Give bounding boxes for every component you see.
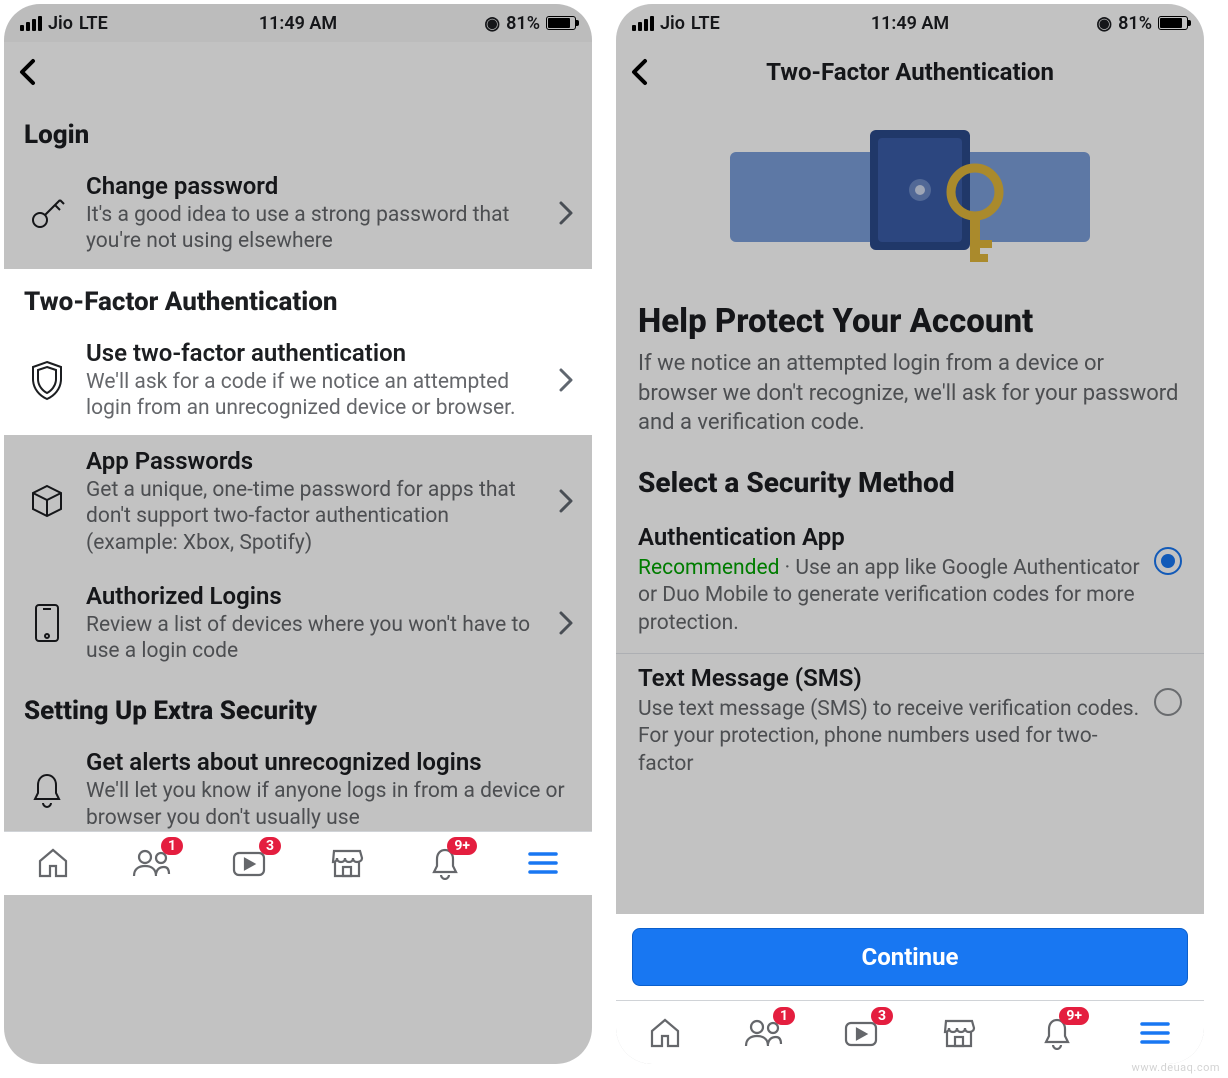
radio-unselected-icon[interactable] [1154,688,1182,716]
back-button[interactable] [630,58,650,86]
battery-icon [1158,16,1188,30]
tab-friends[interactable]: 1 [127,839,175,887]
row-authorized-logins[interactable]: Authorized Logins Review a list of devic… [4,570,592,679]
badge-watch: 3 [259,837,281,855]
key-icon [24,194,70,232]
section-header-tfa: Two-Factor Authentication [4,269,592,327]
radio-selected-icon[interactable] [1154,547,1182,575]
badge-watch: 3 [871,1007,893,1025]
status-time: 11:49 AM [616,13,1204,34]
badge-notifications: 9+ [1059,1007,1089,1025]
row-subtitle: Get a unique, one-time password for apps… [86,477,542,556]
tab-notifications[interactable]: 9+ [1033,1009,1081,1057]
tab-home[interactable] [29,839,77,887]
row-title: Use two-factor authentication [86,339,542,367]
tab-marketplace[interactable] [323,839,371,887]
page-title: Two-Factor Authentication [616,58,1204,86]
row-title: Authorized Logins [86,582,542,610]
status-bar: Jio LTE 11:49 AM ◉ 81% [616,4,1204,42]
tab-bar: 1 3 9+ [4,831,592,895]
row-title: App Passwords [86,447,542,475]
row-use-tfa[interactable]: Use two-factor authentication We'll ask … [4,327,592,436]
tab-marketplace[interactable] [935,1009,983,1057]
phone-icon [24,602,70,644]
highlighted-tfa-block: Two-Factor Authentication Use two-factor… [4,269,592,436]
section-header-login: Login [4,102,592,160]
method-title: Text Message (SMS) [638,664,1142,692]
badge-friends: 1 [161,837,183,855]
method-title: Authentication App [638,523,1142,551]
row-subtitle: We'll let you know if anyone logs in fro… [86,778,578,831]
row-alerts[interactable]: Get alerts about unrecognized logins We'… [4,736,592,831]
row-app-passwords[interactable]: App Passwords Get a unique, one-time pas… [4,435,592,570]
continue-button[interactable]: Continue [632,928,1188,986]
tab-home[interactable] [641,1009,689,1057]
watermark: www.deuaq.com [1132,1061,1220,1074]
phone-left-screenshot: Jio LTE 11:49 AM ◉ 81% Login Change pass… [4,4,592,1064]
row-title: Change password [86,172,542,200]
row-subtitle: We'll ask for a code if we notice an att… [86,369,542,422]
back-button[interactable] [18,58,38,86]
chevron-right-icon [558,200,578,226]
tab-bar: 1 3 9+ [616,1000,1204,1064]
battery-icon [546,16,576,30]
method-subtitle: Use text message (SMS) to receive verifi… [638,696,1142,778]
tab-friends[interactable]: 1 [739,1009,787,1057]
tab-notifications[interactable]: 9+ [421,839,469,887]
chevron-right-icon [558,488,578,514]
shield-icon [24,359,70,401]
badge-notifications: 9+ [447,837,477,855]
help-protect-title: Help Protect Your Account [616,296,1204,349]
recommended-label: Recommended [638,556,779,580]
bell-icon [24,771,70,809]
select-method-header: Select a Security Method [616,456,1204,513]
help-protect-desc: If we notice an attempted login from a d… [616,349,1204,456]
section-header-extra: Setting Up Extra Security [4,678,592,736]
tab-watch[interactable]: 3 [837,1009,885,1057]
nav-header [4,42,592,102]
badge-friends: 1 [773,1007,795,1025]
row-change-password[interactable]: Change password It's a good idea to use … [4,160,592,269]
method-sms[interactable]: Text Message (SMS) Use text message (SMS… [616,654,1204,794]
tab-menu[interactable] [519,839,567,887]
row-subtitle: Review a list of devices where you won't… [86,612,542,665]
chevron-right-icon [558,610,578,636]
chevron-right-icon [558,367,578,393]
status-time: 11:49 AM [4,13,592,34]
nav-header: Two-Factor Authentication [616,42,1204,102]
method-subtitle: Recommended · Use an app like Google Aut… [638,555,1142,637]
status-bar: Jio LTE 11:49 AM ◉ 81% [4,4,592,42]
phone-right-screenshot: Jio LTE 11:49 AM ◉ 81% Two-Factor Authen… [616,4,1204,1064]
hero-illustration [616,102,1204,296]
tab-watch[interactable]: 3 [225,839,273,887]
cube-icon [24,482,70,520]
row-subtitle: It's a good idea to use a strong passwor… [86,202,542,255]
method-auth-app[interactable]: Authentication App Recommended · Use an … [616,513,1204,654]
tab-menu[interactable] [1131,1009,1179,1057]
row-title: Get alerts about unrecognized logins [86,748,578,776]
